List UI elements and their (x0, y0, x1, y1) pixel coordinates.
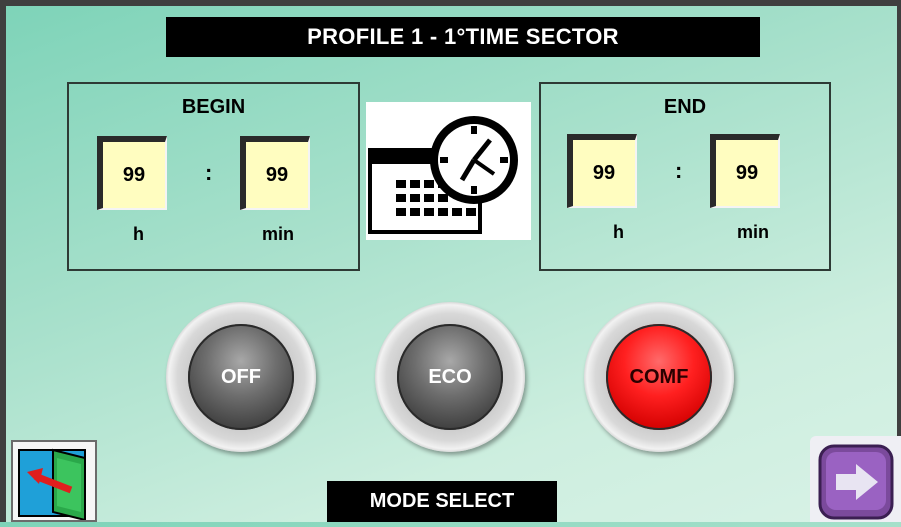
end-hours-field[interactable]: 99 (567, 134, 637, 208)
arrow-right-icon (818, 444, 894, 520)
mode-off-label: OFF (188, 324, 294, 430)
begin-separator: : (205, 160, 213, 185)
end-separator: : (675, 158, 683, 183)
end-minutes-unit: min (737, 222, 770, 242)
begin-minutes-field[interactable]: 99 (240, 136, 310, 210)
end-minutes-field[interactable]: 99 (710, 134, 780, 208)
end-hours-unit: h (613, 222, 624, 242)
mode-off-button[interactable]: OFF (166, 302, 316, 452)
begin-label: BEGIN (181, 96, 246, 118)
back-button[interactable] (11, 440, 97, 522)
mode-eco-label: ECO (397, 324, 503, 430)
clock-calendar-icon (366, 102, 531, 240)
next-button[interactable] (810, 436, 901, 522)
end-time-group: END 99 : 99 h min (539, 82, 831, 271)
mode-comf-label: COMF (606, 324, 712, 430)
begin-hours-unit: h (133, 224, 144, 244)
mode-eco-button[interactable]: ECO (375, 302, 525, 452)
window-frame-left (0, 0, 6, 522)
begin-hours-field[interactable]: 99 (97, 136, 167, 210)
end-label: END (663, 96, 707, 118)
mode-select-label: MODE SELECT (327, 481, 557, 522)
exit-door-icon (18, 448, 86, 522)
mode-comf-button[interactable]: COMF (584, 302, 734, 452)
begin-time-group: BEGIN 99 : 99 h min (67, 82, 360, 271)
window-frame-top (0, 0, 901, 6)
page-title: PROFILE 1 - 1°TIME SECTOR (166, 17, 760, 57)
begin-minutes-unit: min (262, 224, 295, 244)
